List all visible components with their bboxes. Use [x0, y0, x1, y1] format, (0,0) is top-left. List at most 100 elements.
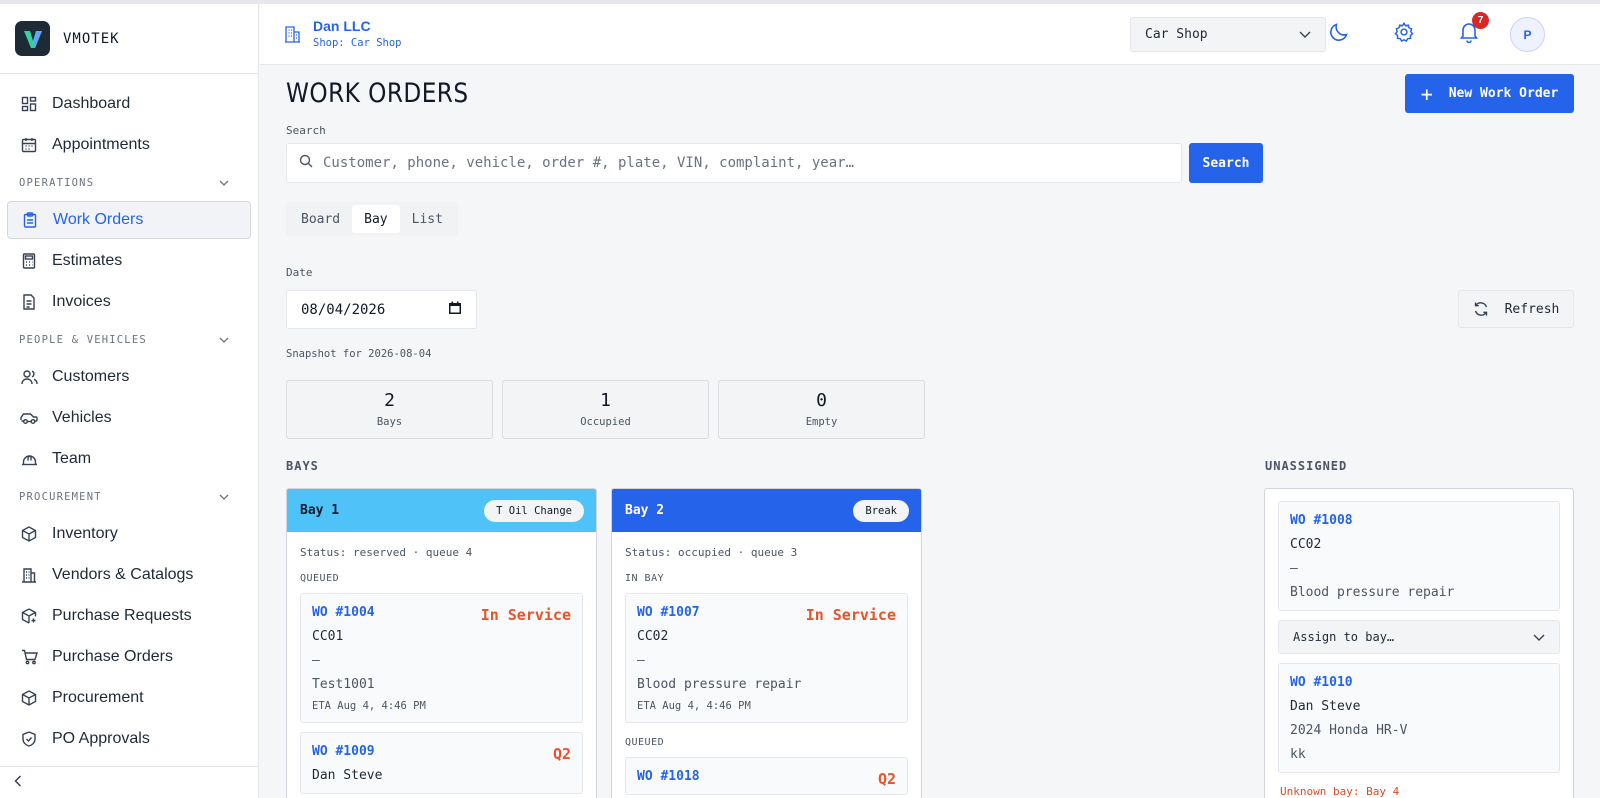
bay-status: Status: occupied · queue 3 [625, 546, 798, 559]
company-info: Dan LLC Shop: Car Shop [284, 18, 402, 49]
section-procurement[interactable]: PROCUREMENT [7, 482, 251, 512]
section-title: PROCUREMENT [19, 491, 102, 503]
sidebar-item-work-orders[interactable]: Work Orders [7, 201, 251, 239]
work-order-vehicle: — [312, 653, 320, 668]
search-icon [299, 154, 313, 173]
work-order-number[interactable]: WO #1008 [1290, 513, 1548, 528]
search-field [286, 143, 1182, 183]
sidebar-item-inventory[interactable]: Inventory [7, 515, 251, 553]
box-plus-icon [20, 607, 38, 625]
work-order-number[interactable]: WO #1009 [312, 744, 571, 759]
work-order-card[interactable]: WO #1004 In Service CC01 — Test1001 ETA … [300, 593, 583, 723]
building-icon [284, 25, 301, 48]
work-order-customer: Dan Steve [312, 768, 383, 783]
new-work-order-label: New Work Order [1448, 86, 1559, 101]
work-order-eta: ETA Aug 4, 4:46 PM [637, 700, 751, 712]
sidebar-item-label: Dashboard [52, 95, 131, 112]
sidebar-item-label: Customers [52, 368, 130, 385]
bay-card-1: Bay 1 T Oil Change Status: reserved · qu… [286, 488, 597, 798]
company-name[interactable]: Dan LLC [313, 18, 402, 34]
work-order-number[interactable]: WO #1018 [637, 769, 896, 784]
notification-badge: 7 [1472, 12, 1489, 29]
section-title: PEOPLE & VEHICLES [19, 334, 147, 346]
work-order-customer: CC02 [1290, 537, 1322, 552]
work-order-status: In Service [805, 606, 896, 624]
gear-icon [1393, 21, 1415, 48]
work-order-status: In Service [480, 606, 571, 624]
box-icon [20, 689, 38, 707]
search-input[interactable] [323, 155, 1163, 171]
refresh-button[interactable]: Refresh [1458, 290, 1574, 328]
sidebar-item-po-approvals[interactable]: PO Approvals [7, 720, 251, 758]
sidebar-item-purchase-requests[interactable]: Purchase Requests [7, 597, 251, 635]
work-order-queue-position: Q2 [552, 745, 571, 763]
refresh-label: Refresh [1504, 301, 1560, 317]
assign-to-bay-select[interactable]: Assign to bay… [1278, 620, 1560, 654]
section-people-vehicles[interactable]: PEOPLE & VEHICLES [7, 325, 251, 355]
calendar-icon[interactable] [448, 301, 462, 319]
date-value: 08/04/2026 [301, 301, 386, 318]
tab-list[interactable]: List [400, 205, 455, 233]
sidebar-item-dashboard[interactable]: Dashboard [7, 85, 251, 123]
section-operations[interactable]: OPERATIONS [7, 168, 251, 198]
avatar[interactable]: P [1510, 17, 1545, 52]
bay-header[interactable]: Bay 2 Break [612, 489, 921, 532]
sidebar-item-label: Invoices [52, 293, 111, 310]
bay-group-label: IN BAY [625, 573, 665, 584]
work-order-customer: CC02 [637, 629, 669, 644]
sidebar-item-team[interactable]: Team [7, 440, 251, 478]
sidebar-item-invoices[interactable]: Invoices [7, 283, 251, 321]
new-work-order-button[interactable]: + New Work Order [1405, 74, 1574, 113]
bay-header[interactable]: Bay 1 T Oil Change [287, 489, 596, 532]
bay-card-2: Bay 2 Break Status: occupied · queue 3 I… [611, 488, 922, 798]
work-order-card[interactable]: WO #1010 Dan Steve 2024 Honda HR-V kk [1278, 663, 1560, 773]
work-order-card[interactable]: WO #1009 Q2 Dan Steve [300, 732, 583, 794]
tab-bay[interactable]: Bay [352, 205, 400, 233]
car-icon [20, 409, 38, 427]
stat-occupied: 1 Occupied [502, 380, 709, 439]
collapse-sidebar-button[interactable] [0, 766, 259, 798]
stat-empty: 0 Empty [718, 380, 925, 439]
sidebar-item-appointments[interactable]: Appointments [7, 126, 251, 164]
sidebar-item-purchase-orders[interactable]: Purchase Orders [7, 638, 251, 676]
tab-board[interactable]: Board [289, 205, 352, 233]
stat-label: Bays [376, 416, 403, 428]
sidebar-item-vendors[interactable]: Vendors & Catalogs [7, 556, 251, 594]
calendar-icon [20, 136, 38, 154]
dark-mode-toggle[interactable] [1326, 21, 1352, 47]
settings-button[interactable] [1391, 21, 1417, 47]
company-shop: Shop: Car Shop [313, 37, 402, 49]
work-order-number[interactable]: WO #1010 [1290, 675, 1548, 690]
sidebar-item-label: Purchase Orders [52, 648, 173, 665]
sidebar-item-label: Vendors & Catalogs [52, 566, 194, 583]
sidebar-item-label: Inventory [52, 525, 118, 542]
work-order-card[interactable]: WO #1018 Q2 [625, 757, 908, 795]
sidebar-item-estimates[interactable]: Estimates [7, 242, 251, 280]
sidebar-item-vehicles[interactable]: Vehicles [7, 399, 251, 437]
calculator-icon [20, 252, 38, 270]
brand[interactable]: VMOTEK [0, 4, 258, 74]
chevron-down-icon [1299, 27, 1311, 42]
search-label: Search [286, 124, 326, 137]
section-title: OPERATIONS [19, 177, 95, 189]
shop-select[interactable]: Car Shop [1130, 17, 1326, 52]
notifications-button[interactable]: 7 [1456, 12, 1489, 47]
date-input[interactable]: 08/04/2026 [286, 290, 477, 329]
unassigned-panel: WO #1008 CC02 — Blood pressure repair As… [1264, 488, 1574, 798]
work-order-complaint: kk [1290, 747, 1306, 762]
bay-name: Bay 1 [300, 503, 340, 518]
sidebar-nav: Dashboard Appointments OPERATIONS Work O… [0, 74, 258, 758]
work-order-card[interactable]: WO #1008 CC02 — Blood pressure repair [1278, 501, 1560, 611]
work-order-card[interactable]: WO #1007 In Service CC02 — Blood pressur… [625, 593, 908, 723]
search-button[interactable]: Search [1189, 143, 1263, 183]
sidebar-item-customers[interactable]: Customers [7, 358, 251, 396]
sidebar-item-procurement[interactable]: Procurement [7, 679, 251, 717]
chevron-down-icon [219, 177, 229, 189]
unknown-bay-warning: Unknown bay: Bay 4 [1280, 785, 1400, 798]
work-order-complaint: Blood pressure repair [1290, 585, 1455, 600]
document-icon [20, 293, 38, 311]
sidebar-item-label: Vehicles [52, 409, 112, 426]
stat-value: 0 [816, 390, 827, 411]
sidebar-item-label: PO Approvals [52, 730, 150, 747]
sidebar: VMOTEK Dashboard Appointments OPERATIONS… [0, 4, 259, 798]
